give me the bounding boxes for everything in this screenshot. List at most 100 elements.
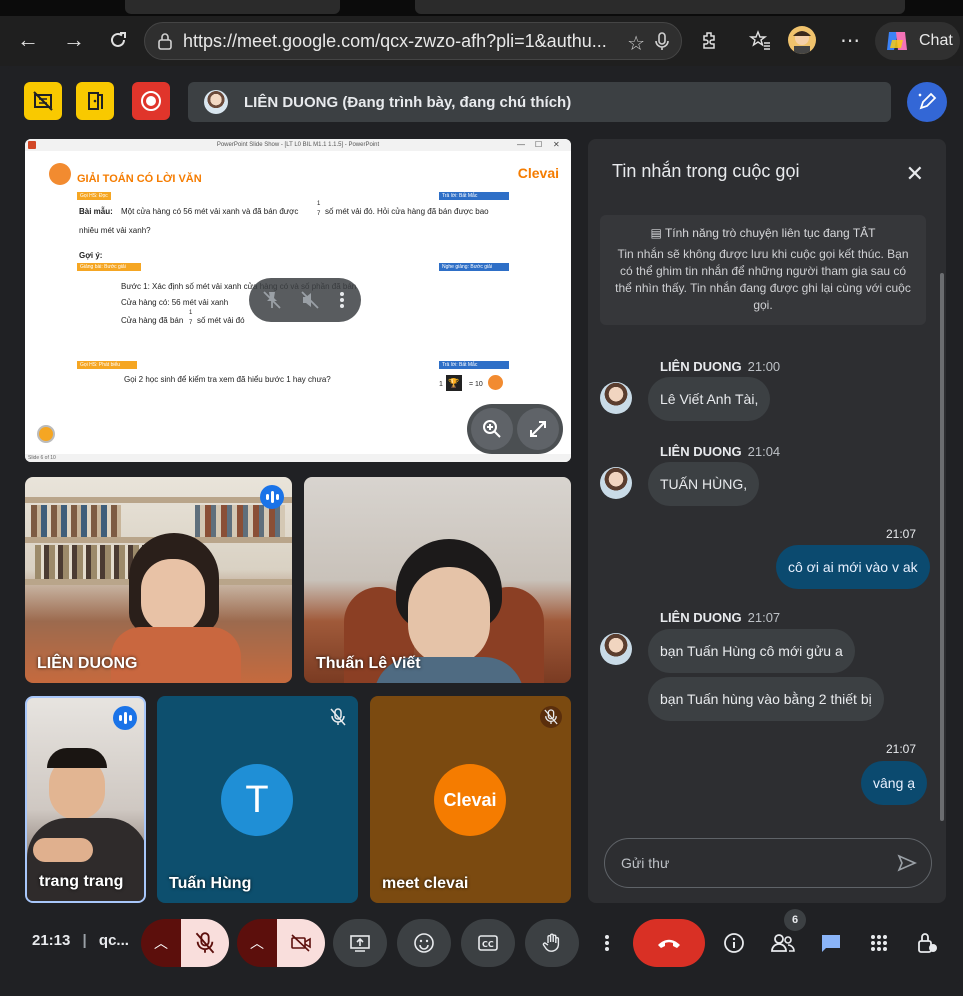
browser-tab-active[interactable] <box>415 0 905 14</box>
chat-message-own[interactable]: cô ơi ai mới vào v ak <box>776 545 930 589</box>
activities-button[interactable] <box>859 919 899 967</box>
pen-icon <box>918 92 937 110</box>
send-icon[interactable] <box>897 853 917 873</box>
slide-line-3a: Cửa hàng đã bán <box>121 316 184 325</box>
chat-input-placeholder: Gửi thư <box>621 855 670 871</box>
unpin-icon[interactable] <box>261 289 283 311</box>
breakout-room-button[interactable] <box>76 82 114 120</box>
reactions-button[interactable] <box>397 919 451 967</box>
favorite-star-icon[interactable]: ☆ <box>627 31 645 56</box>
message-sender: LIÊN DUONG 21:04 <box>660 444 781 459</box>
record-icon <box>141 91 161 111</box>
bai-mau-text-1: Một cửa hàng có 56 mét vải xanh và đã bá… <box>121 207 299 216</box>
leave-call-button[interactable] <box>633 919 705 967</box>
favorites-icon[interactable] <box>746 26 774 54</box>
maximize-icon: ☐ <box>535 140 543 149</box>
sender-avatar <box>600 633 632 665</box>
participant-tile-thuan-le-viet[interactable]: Thuấn Lê Viết <box>304 477 571 683</box>
meeting-details-button[interactable] <box>714 919 754 967</box>
chat-message[interactable]: Lê Viết Anh Tài, <box>648 377 771 421</box>
browser-tab[interactable] <box>125 0 340 14</box>
people-button[interactable] <box>763 919 803 967</box>
fraction-denominator: 7 <box>317 211 321 217</box>
chat-input[interactable]: Gửi thư <box>604 838 932 888</box>
tag-phat-bieu: Gọi HS: Phát biểu <box>77 361 137 369</box>
extensions-icon[interactable] <box>696 26 724 54</box>
present-screen-button[interactable] <box>333 919 387 967</box>
message-time: 21:07 <box>747 610 781 625</box>
forward-icon[interactable]: → <box>58 24 90 56</box>
participant-tile-tuan-hung[interactable]: T Tuấn Hùng <box>157 696 358 903</box>
zoom-controls <box>467 404 563 454</box>
lock-person-icon <box>918 933 937 953</box>
raise-hand-button[interactable] <box>525 919 579 967</box>
copilot-chat-button[interactable]: Chat <box>875 22 960 60</box>
participant-tile-lien-duong[interactable]: LIÊN DUONG <box>25 477 292 683</box>
camera-off-icon <box>291 934 311 952</box>
tab-strip <box>0 0 963 16</box>
site-info-icon[interactable] <box>155 31 175 51</box>
chat-button[interactable] <box>811 919 851 967</box>
companion-mode-button[interactable] <box>24 82 62 120</box>
meeting-code[interactable]: qc... <box>99 932 129 949</box>
chat-message[interactable]: bạn Tuấn hùng vào bằng 2 thiết bị <box>648 677 884 721</box>
chevron-up-icon: ︿ <box>154 935 168 951</box>
tag-tra-loi: Trả lời: Bất Mắc <box>439 192 509 200</box>
more-menu-icon[interactable]: ⋯ <box>836 26 864 54</box>
copilot-icon <box>887 32 907 50</box>
clevai-logo: Clevai <box>517 165 559 181</box>
message-time: 21:00 <box>747 359 781 374</box>
more-options-button[interactable] <box>587 919 627 967</box>
participant-tile-trang-trang[interactable]: trang trang <box>25 696 146 903</box>
audio-options-button[interactable]: ︿ <box>141 919 181 967</box>
video-options-button[interactable]: ︿ <box>237 919 277 967</box>
fullscreen-button[interactable] <box>517 408 559 450</box>
timer-icon <box>37 425 55 443</box>
back-icon[interactable]: ← <box>12 24 44 56</box>
host-controls-button[interactable] <box>907 919 947 967</box>
microphone-toggle[interactable] <box>181 919 229 967</box>
message-icon: ▤ <box>650 226 665 240</box>
presentation-screen[interactable]: PowerPoint Slide Show - [LT L0 BIL M1.1 … <box>25 139 571 462</box>
score-value: = 10 <box>469 381 483 388</box>
reload-icon[interactable] <box>102 24 134 56</box>
presenter-label: LIÊN DUONG (Đang trình bày, đang chú thí… <box>244 93 572 111</box>
message-sender: LIÊN DUONG 21:07 <box>660 610 781 625</box>
slide-line-2: Cửa hàng có: 56 mét vải xanh <box>121 298 229 307</box>
mute-presentation-audio-icon[interactable] <box>299 289 321 311</box>
voice-search-icon[interactable] <box>653 31 671 51</box>
emoji-icon <box>414 933 434 953</box>
captions-icon: CC <box>478 935 498 951</box>
slide-status: Slide 6 of 10 <box>25 454 571 462</box>
chat-message[interactable]: TUẤN HÙNG, <box>648 462 760 506</box>
slideshow-window-title: PowerPoint Slide Show - [LT L0 BIL M1.1 … <box>25 139 571 151</box>
close-icon[interactable]: ✕ <box>906 161 924 187</box>
more-options-icon[interactable] <box>335 289 349 311</box>
address-bar[interactable]: https://meet.google.com/qcx-zwzo-afh?pli… <box>144 22 682 60</box>
trophy-icon: 🏆 <box>446 375 462 391</box>
bai-mau-text-3: nhiêu mét vải xanh? <box>79 226 151 235</box>
chat-message[interactable]: bạn Tuấn Hùng cô mới gửu a <box>648 629 855 673</box>
camera-toggle[interactable] <box>277 919 325 967</box>
chat-scrollbar[interactable] <box>940 273 944 821</box>
score-prefix: 1 <box>439 381 443 388</box>
participant-tile-meet-clevai[interactable]: Clevai meet clevai <box>370 696 571 903</box>
sender-avatar <box>600 382 632 414</box>
speaking-indicator-icon <box>260 485 284 509</box>
annotate-button[interactable] <box>907 82 947 122</box>
zoom-in-button[interactable] <box>471 408 513 450</box>
minimize-icon: — <box>517 140 525 149</box>
apps-grid-icon <box>871 935 887 951</box>
fraction-numerator-2: 1 <box>189 310 193 316</box>
hand-icon <box>542 933 560 952</box>
powerpoint-icon <box>28 141 36 149</box>
presentation-overlay-controls <box>249 278 361 322</box>
profile-avatar-icon[interactable] <box>788 26 816 54</box>
chat-message-own[interactable]: vâng ạ <box>861 761 928 805</box>
url-text: https://meet.google.com/qcx-zwzo-afh?pli… <box>183 30 607 51</box>
present-icon <box>350 935 370 952</box>
captions-button[interactable]: CC <box>461 919 515 967</box>
message-time: 21:07 <box>886 742 917 756</box>
recording-button[interactable] <box>132 82 170 120</box>
acorn-icon <box>488 375 503 390</box>
